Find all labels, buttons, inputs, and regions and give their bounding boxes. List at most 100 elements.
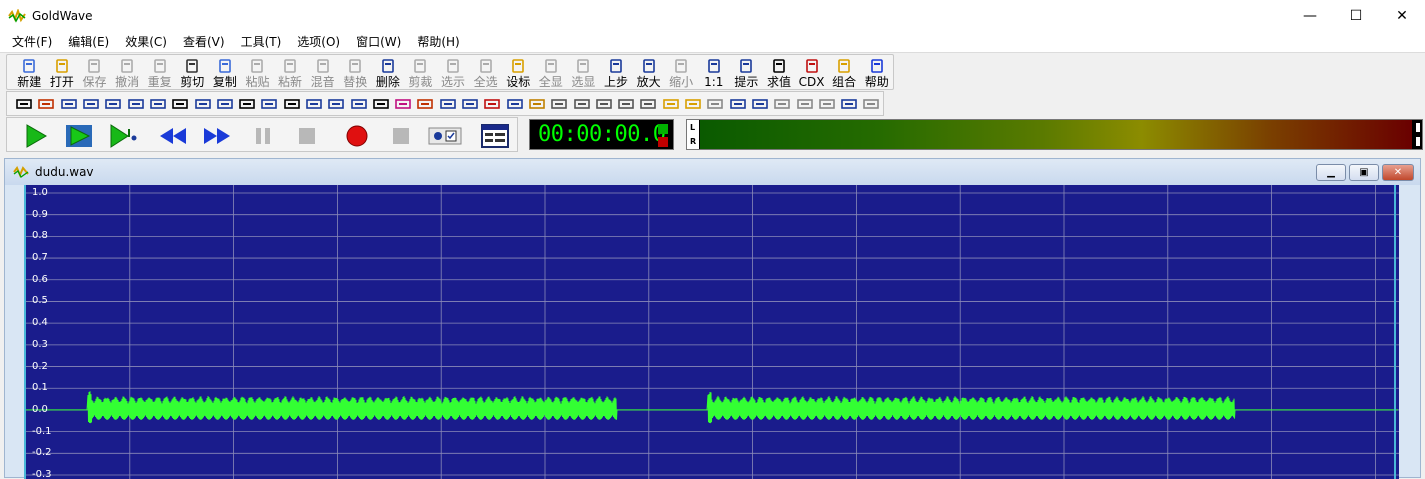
toolbar-zoom-selection-button[interactable]: 选显: [567, 55, 600, 90]
effect-tool-15-button[interactable]: [325, 93, 347, 115]
toolbar-cd-button[interactable]: CDX: [795, 55, 828, 90]
effect-tool-10-button[interactable]: [214, 93, 236, 115]
toolbar-set-marker-button[interactable]: 设标: [502, 55, 535, 90]
fast-forward-icon: [204, 128, 230, 144]
toolbar-new-file-button[interactable]: 新建: [13, 55, 46, 90]
effect-tool-18-button[interactable]: [392, 93, 414, 115]
effect-tool-30-button[interactable]: [660, 93, 682, 115]
effect-tool-5-button[interactable]: [102, 93, 124, 115]
menu-options[interactable]: 选项(O): [289, 32, 348, 52]
effect-tool-31-button[interactable]: [682, 93, 704, 115]
effect-tool-9-button[interactable]: [191, 93, 213, 115]
effect-tool-19-button[interactable]: [414, 93, 436, 115]
document-close-button[interactable]: ✕: [1382, 164, 1414, 181]
effect-tool-37-button[interactable]: [816, 93, 838, 115]
toolbar-select-all-button[interactable]: 全选: [469, 55, 502, 90]
effect-tool-16-button[interactable]: [347, 93, 369, 115]
effect-tool-8-button[interactable]: [169, 93, 191, 115]
toolbar-cue-button[interactable]: 提示: [730, 55, 763, 90]
menu-help[interactable]: 帮助(H): [409, 32, 467, 52]
effect-tool-34-button[interactable]: [749, 93, 771, 115]
stop-button[interactable]: [289, 121, 325, 151]
effect-tool-38-button[interactable]: [838, 93, 860, 115]
menu-file[interactable]: 文件(F): [4, 32, 60, 52]
effect-tool-14-button[interactable]: [303, 93, 325, 115]
toolbar-open-folder-button[interactable]: 打开: [46, 55, 79, 90]
toolbar-paste-new-button[interactable]: 粘新: [274, 55, 307, 90]
effect-icon: [439, 98, 456, 109]
toolbar-zoom-out-button[interactable]: 缩小: [665, 55, 698, 90]
effect-tool-36-button[interactable]: [793, 93, 815, 115]
control-window-button[interactable]: [477, 121, 513, 151]
stop-record-button[interactable]: [383, 121, 419, 151]
toolbar-show-all-button[interactable]: 全显: [535, 55, 568, 90]
effect-tool-13-button[interactable]: [281, 93, 303, 115]
menu-window[interactable]: 窗口(W): [348, 32, 409, 52]
effect-tool-23-button[interactable]: [504, 93, 526, 115]
waveform-area[interactable]: 1.0 0.9 0.8 0.7 0.6 0.5 0.4 0.3 0.2 0.1 0.0 -0.1 -0.…: [26, 185, 1399, 479]
toolbar-previous-zoom-button[interactable]: 上步: [600, 55, 633, 90]
toolbar-undo-button[interactable]: 撤消: [111, 55, 144, 90]
menu-effects[interactable]: 效果(C): [117, 32, 175, 52]
toolbar-replace-button[interactable]: 替换: [339, 55, 372, 90]
toolbar-mix-button[interactable]: 混音: [306, 55, 339, 90]
effect-tool-20-button[interactable]: [437, 93, 459, 115]
effect-icon: [261, 98, 278, 109]
toolbar-trim-button[interactable]: 剪裁: [404, 55, 437, 90]
toolbar-show-selection-button[interactable]: 选示: [437, 55, 470, 90]
record-settings-button[interactable]: [427, 121, 463, 151]
toolbar-help-button[interactable]: 帮助: [860, 55, 893, 90]
effect-tool-27-button[interactable]: [593, 93, 615, 115]
meter-peak-right: [1416, 137, 1420, 146]
play-from-cursor-button[interactable]: [105, 121, 141, 151]
effect-tool-26-button[interactable]: [570, 93, 592, 115]
effect-tool-1-button[interactable]: [13, 93, 35, 115]
toolbar-evaluate-button[interactable]: 求值: [763, 55, 796, 90]
toolbar-copy-button[interactable]: 复制: [209, 55, 242, 90]
toolbar-combine-button[interactable]: 组合: [828, 55, 861, 90]
effect-tool-22-button[interactable]: [481, 93, 503, 115]
effect-tool-4-button[interactable]: [80, 93, 102, 115]
scissors-icon: [184, 58, 200, 74]
menu-edit[interactable]: 编辑(E): [60, 32, 117, 52]
document-restore-button[interactable]: ▣: [1349, 164, 1379, 181]
effect-icon: [819, 98, 835, 109]
effect-tool-35-button[interactable]: [771, 93, 793, 115]
effect-tool-39-button[interactable]: [860, 93, 882, 115]
toolbar-redo-button[interactable]: 重复: [143, 55, 176, 90]
maximize-button[interactable]: ☐: [1333, 0, 1379, 32]
toolbar-zoom-1-1-button[interactable]: 1:1: [697, 55, 730, 90]
menu-tools[interactable]: 工具(T): [233, 32, 290, 52]
fast-forward-button[interactable]: [199, 121, 235, 151]
toolbar-zoom-in-button[interactable]: 放大: [632, 55, 665, 90]
play-button[interactable]: [17, 121, 53, 151]
effect-tool-2-button[interactable]: [35, 93, 57, 115]
minimize-button[interactable]: —: [1287, 0, 1333, 32]
toolbar-scissors-button[interactable]: 剪切: [176, 55, 209, 90]
document-minimize-button[interactable]: ▁: [1316, 164, 1346, 181]
effect-tool-33-button[interactable]: [727, 93, 749, 115]
effect-tool-11-button[interactable]: [236, 93, 258, 115]
effect-tool-17-button[interactable]: [370, 93, 392, 115]
waveform-finish-marker[interactable]: [1394, 185, 1396, 479]
effect-tool-7-button[interactable]: [147, 93, 169, 115]
toolbar-paste-button[interactable]: 粘贴: [241, 55, 274, 90]
effect-tool-32-button[interactable]: [704, 93, 726, 115]
record-button[interactable]: [339, 121, 375, 151]
effect-tool-28-button[interactable]: [615, 93, 637, 115]
toolbar-delete-button[interactable]: 删除: [372, 55, 405, 90]
effect-tool-25-button[interactable]: [548, 93, 570, 115]
effect-tool-3-button[interactable]: [58, 93, 80, 115]
pause-button[interactable]: [245, 121, 281, 151]
effect-icon: [484, 98, 501, 109]
effect-tool-21-button[interactable]: [459, 93, 481, 115]
play-selection-button[interactable]: [61, 121, 97, 151]
rewind-button[interactable]: [155, 121, 191, 151]
effect-tool-29-button[interactable]: [637, 93, 659, 115]
toolbar-save-button[interactable]: 保存: [78, 55, 111, 90]
effect-tool-24-button[interactable]: [526, 93, 548, 115]
effect-tool-12-button[interactable]: [258, 93, 280, 115]
menu-view[interactable]: 查看(V): [175, 32, 233, 52]
close-button[interactable]: ✕: [1379, 0, 1425, 32]
effect-tool-6-button[interactable]: [124, 93, 146, 115]
